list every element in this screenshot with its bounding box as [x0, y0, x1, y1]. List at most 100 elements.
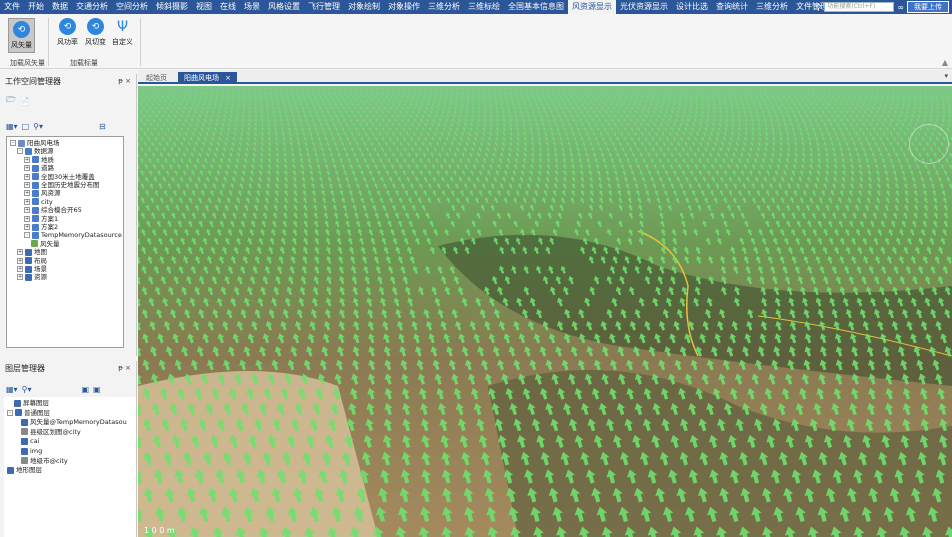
- layer-dropdown-icon[interactable]: ▦▾: [6, 122, 18, 131]
- tree-node[interactable]: + 布局: [17, 257, 47, 265]
- move-up-icon[interactable]: ▣: [81, 385, 89, 394]
- expand-icon[interactable]: +: [24, 190, 30, 197]
- tab-dropdown-icon[interactable]: ▾: [944, 72, 948, 80]
- menu-item[interactable]: 查询统计: [712, 0, 752, 14]
- function-search-input[interactable]: 功能搜索(Ctrl+F): [824, 2, 895, 12]
- menu-item[interactable]: 数据: [48, 0, 72, 14]
- node-icon: [21, 428, 28, 436]
- tree-node[interactable]: + 全国历史地震分布图: [24, 181, 100, 189]
- terrain-map[interactable]: [138, 86, 952, 537]
- save-icon[interactable]: □: [22, 122, 30, 131]
- menu-item[interactable]: 三维分析: [752, 0, 792, 14]
- tab-scene[interactable]: 阳曲风电场 ×: [178, 72, 237, 84]
- tree-node[interactable]: + 地图: [17, 248, 47, 256]
- expand-icon[interactable]: +: [17, 249, 23, 256]
- collapse-icon[interactable]: -: [17, 148, 23, 155]
- node-label: city: [41, 197, 53, 206]
- menu-item[interactable]: 空间分析: [112, 0, 152, 14]
- menu-item[interactable]: 视图: [192, 0, 216, 14]
- tree-node[interactable]: + 方案2: [24, 223, 58, 231]
- menu-item[interactable]: 文件: [0, 0, 24, 14]
- menu-item[interactable]: 飞行管理: [304, 0, 344, 14]
- tree-node[interactable]: 风矢量@TempMemoryDatasou: [21, 418, 127, 426]
- panel-pin-close[interactable]: ᵽ ×: [118, 364, 131, 372]
- tree-node[interactable]: img: [21, 447, 42, 455]
- expand-icon[interactable]: +: [24, 207, 30, 214]
- menu-item[interactable]: 对象操作: [384, 0, 424, 14]
- menu-item[interactable]: 开始: [24, 0, 48, 14]
- node-icon: [25, 257, 32, 265]
- tree-node[interactable]: 屏幕图层: [14, 399, 49, 407]
- expand-icon[interactable]: +: [24, 165, 30, 172]
- tree-node[interactable]: 风矢量: [31, 240, 60, 248]
- search-dropdown-icon[interactable]: ⚲▾: [33, 122, 43, 131]
- expand-icon[interactable]: +: [24, 173, 30, 180]
- wind-vector-button[interactable]: ⟲ 风矢量: [8, 18, 35, 53]
- menu-item[interactable]: 设计比选: [672, 0, 712, 14]
- wind-power-icon: ⟲: [59, 18, 76, 35]
- tree-node[interactable]: + 方案1: [24, 215, 58, 223]
- menu-item[interactable]: 风资源显示: [568, 0, 616, 14]
- panel-pin-close[interactable]: ᵽ ×: [118, 77, 131, 85]
- tree-node[interactable]: 县级区划图@city: [21, 428, 81, 436]
- collapse-icon[interactable]: -: [10, 140, 16, 146]
- custom-button[interactable]: Ψ 自定义: [112, 18, 133, 47]
- tree-node[interactable]: 地形图层: [7, 466, 42, 474]
- search-icon[interactable]: ⚲: [815, 3, 821, 12]
- tree-node[interactable]: cai: [21, 437, 39, 445]
- move-down-icon[interactable]: ▣: [93, 385, 101, 394]
- layer-add-icon[interactable]: ▦▾: [6, 385, 18, 394]
- open-workspace-icon[interactable]: 🗁: [6, 94, 16, 108]
- scene-3d-view[interactable]: 1 0 0 m: [138, 86, 952, 537]
- menu-item[interactable]: 对象绘制: [344, 0, 384, 14]
- wind-turbine-icon: Ψ: [116, 18, 129, 35]
- menu-item[interactable]: 三维分析: [424, 0, 464, 14]
- wind-power-button[interactable]: ⟲ 风功率: [57, 18, 78, 47]
- compass-control[interactable]: [909, 124, 949, 164]
- menu-item[interactable]: 场景: [240, 0, 264, 14]
- expand-icon[interactable]: +: [24, 224, 30, 230]
- collapse-all-icon[interactable]: ⊟: [99, 122, 106, 131]
- menu-item[interactable]: 在线: [216, 0, 240, 14]
- tree-node[interactable]: + 道路: [24, 164, 54, 172]
- tree-node[interactable]: + 场景: [17, 265, 47, 273]
- tree-node[interactable]: + city: [24, 198, 53, 206]
- expand-icon[interactable]: +: [24, 215, 30, 222]
- close-icon[interactable]: ×: [225, 74, 231, 82]
- menu-item[interactable]: 三维标绘: [464, 0, 504, 14]
- tree-node[interactable]: - 普通图层: [7, 409, 50, 417]
- tree-node[interactable]: 地级市@city: [21, 457, 68, 465]
- tree-node[interactable]: + 综合模合开65: [24, 206, 82, 214]
- collapse-icon[interactable]: -: [7, 409, 13, 416]
- node-label: 地图: [34, 248, 47, 257]
- menu-item[interactable]: 交通分析: [72, 0, 112, 14]
- upload-button[interactable]: 我要上传: [907, 1, 949, 13]
- menu-item[interactable]: 风格设置: [264, 0, 304, 14]
- menu-item[interactable]: 倾斜摄影: [152, 0, 192, 14]
- tree-node[interactable]: + 风资源: [24, 189, 61, 197]
- tree-node[interactable]: + 全国30米土地覆盖: [24, 173, 95, 181]
- tree-node[interactable]: + 资源: [17, 273, 47, 281]
- menu-item[interactable]: 全国基本信息图: [504, 0, 568, 14]
- expand-icon[interactable]: +: [24, 156, 30, 163]
- node-label: 道路: [41, 164, 54, 173]
- tree-node[interactable]: - 数据源: [17, 147, 54, 155]
- layer-search-icon[interactable]: ⚲▾: [22, 385, 32, 394]
- node-label: 资源: [34, 273, 47, 282]
- tab-start-page[interactable]: 起始页: [140, 72, 173, 84]
- menu-item[interactable]: 光伏资源显示: [616, 0, 672, 14]
- expand-icon[interactable]: +: [17, 274, 23, 281]
- expand-icon[interactable]: +: [17, 257, 23, 264]
- tree-node[interactable]: - 阳曲风电场: [10, 139, 60, 147]
- collapse-icon[interactable]: -: [24, 232, 30, 239]
- tree-node[interactable]: + 地质: [24, 156, 54, 164]
- new-workspace-icon[interactable]: 📄: [20, 97, 30, 106]
- wind-shear-button[interactable]: ⟲ 风切变: [85, 18, 106, 47]
- tree-node[interactable]: - TempMemoryDatasource: [24, 231, 122, 239]
- link-icon[interactable]: ∞: [897, 3, 904, 12]
- expand-icon[interactable]: +: [24, 198, 30, 205]
- workspace-panel-title: 工作空间管理器: [5, 76, 61, 86]
- expand-icon[interactable]: +: [17, 266, 23, 272]
- ribbon-collapse-icon[interactable]: ▲: [942, 58, 948, 67]
- expand-icon[interactable]: +: [24, 182, 30, 188]
